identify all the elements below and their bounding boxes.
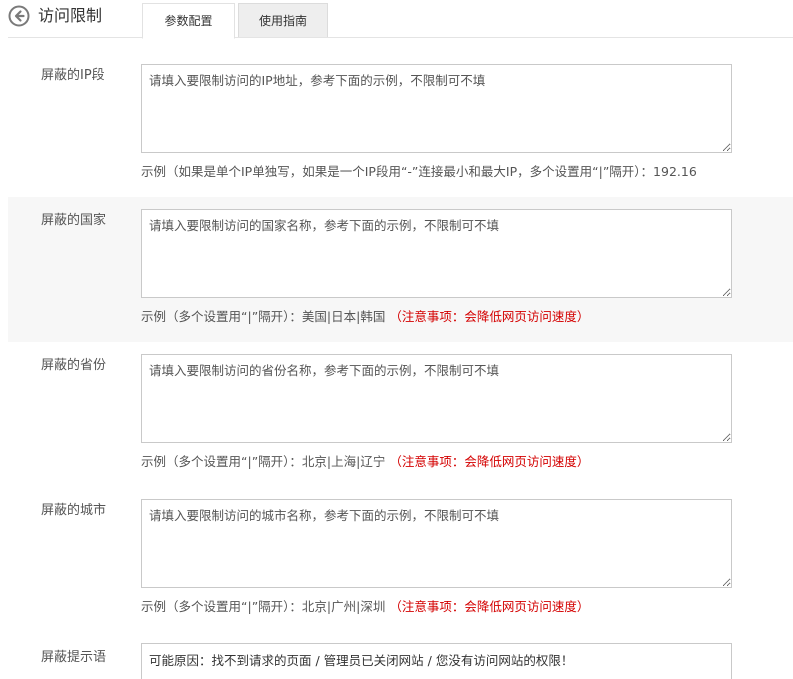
message-label: 屏蔽提示语	[41, 650, 107, 665]
page: 访问限制 参数配置 使用指南 屏蔽的IP段 示例（如果是单个IP单独写，如果是一…	[0, 0, 793, 679]
city-label: 屏蔽的城市	[41, 503, 107, 518]
ip-textarea[interactable]	[141, 64, 732, 153]
province-hint: 示例（多个设置用“|”隔开）：北京|上海|辽宁 （注意事项：会降低网页访问速度）	[141, 453, 589, 471]
form-row-country: 屏蔽的国家 示例（多个设置用“|”隔开）：美国|日本|韩国 （注意事项：会降低网…	[8, 197, 793, 342]
form-row-province: 屏蔽的省份 示例（多个设置用“|”隔开）：北京|上海|辽宁 （注意事项：会降低网…	[8, 352, 793, 497]
province-textarea[interactable]	[141, 354, 732, 443]
country-label: 屏蔽的国家	[41, 213, 107, 228]
country-hint-text: 示例（多个设置用“|”隔开）：美国|日本|韩国	[141, 309, 386, 324]
country-hint: 示例（多个设置用“|”隔开）：美国|日本|韩国 （注意事项：会降低网页访问速度）	[141, 308, 589, 326]
country-warning: （注意事项：会降低网页访问速度）	[389, 309, 590, 324]
header: 访问限制 参数配置 使用指南	[0, 0, 793, 39]
page-title: 访问限制	[38, 6, 103, 25]
city-hint-text: 示例（多个设置用“|”隔开）：北京|广州|深圳	[141, 599, 386, 614]
form-row-city: 屏蔽的城市 示例（多个设置用“|”隔开）：北京|广州|深圳 （注意事项：会降低网…	[8, 497, 793, 642]
city-warning: （注意事项：会降低网页访问速度）	[389, 599, 590, 614]
city-hint: 示例（多个设置用“|”隔开）：北京|广州|深圳 （注意事项：会降低网页访问速度）	[141, 598, 589, 616]
province-hint-text: 示例（多个设置用“|”隔开）：北京|上海|辽宁	[141, 454, 386, 469]
message-textarea[interactable]: 可能原因：找不到请求的页面 / 管理员已关闭网站 / 您没有访问网站的权限！	[141, 643, 732, 679]
ip-hint: 示例（如果是单个IP单独写，如果是一个IP段用“-”连接最小和最大IP，多个设置…	[141, 164, 697, 179]
form-row-ip: 屏蔽的IP段 示例（如果是单个IP单独写，如果是一个IP段用“-”连接最小和最大…	[8, 62, 793, 207]
city-textarea[interactable]	[141, 499, 732, 588]
header-divider	[8, 37, 793, 38]
tab-param-config[interactable]: 参数配置	[142, 3, 235, 39]
province-warning: （注意事项：会降低网页访问速度）	[389, 454, 590, 469]
back-icon[interactable]	[8, 5, 30, 27]
ip-label: 屏蔽的IP段	[41, 68, 105, 83]
country-textarea[interactable]	[141, 209, 732, 298]
tab-usage-guide[interactable]: 使用指南	[238, 3, 328, 37]
province-label: 屏蔽的省份	[41, 358, 107, 373]
